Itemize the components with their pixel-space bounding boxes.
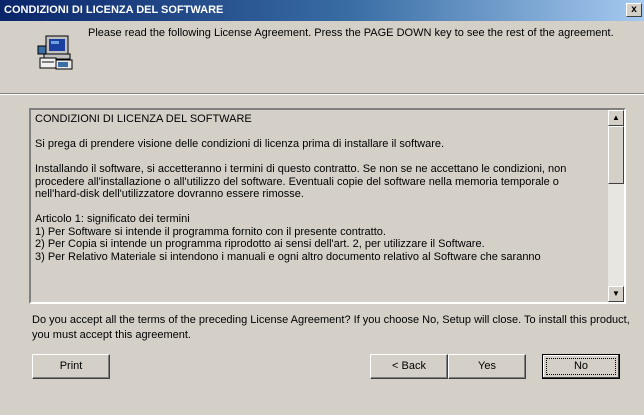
yes-button[interactable]: Yes bbox=[448, 354, 526, 379]
no-button[interactable]: No bbox=[542, 354, 620, 379]
license-paragraph: Articolo 1: significato dei termini 1) P… bbox=[35, 213, 541, 263]
header-separator bbox=[0, 93, 644, 95]
license-paragraph: CONDIZIONI DI LICENZA DEL SOFTWARE bbox=[35, 113, 252, 125]
back-button[interactable]: < Back bbox=[370, 354, 448, 379]
license-paragraph: Installando il software, si accetteranno… bbox=[35, 163, 567, 200]
accept-question: Do you accept all the terms of the prece… bbox=[32, 314, 630, 341]
print-button[interactable]: Print bbox=[32, 354, 110, 379]
scroll-thumb[interactable] bbox=[608, 126, 624, 184]
scroll-down-button[interactable]: ▼ bbox=[608, 286, 624, 302]
arrow-down-icon: ▼ bbox=[612, 289, 620, 298]
scroll-up-button[interactable]: ▲ bbox=[608, 110, 624, 126]
license-agreement-textbox[interactable]: CONDIZIONI DI LICENZA DEL SOFTWARE Si pr… bbox=[29, 108, 626, 304]
license-text: CONDIZIONI DI LICENZA DEL SOFTWARE Si pr… bbox=[35, 113, 605, 299]
setup-computer-icon bbox=[37, 35, 73, 70]
vertical-scrollbar[interactable]: ▲ ▼ bbox=[608, 110, 624, 302]
license-paragraph: Si prega di prendere visione delle condi… bbox=[35, 138, 445, 150]
arrow-up-icon: ▲ bbox=[612, 113, 620, 122]
focus-rectangle bbox=[546, 358, 616, 375]
header-panel: Please read the following License Agreem… bbox=[0, 21, 644, 95]
intro-text: Please read the following License Agreem… bbox=[88, 27, 614, 39]
